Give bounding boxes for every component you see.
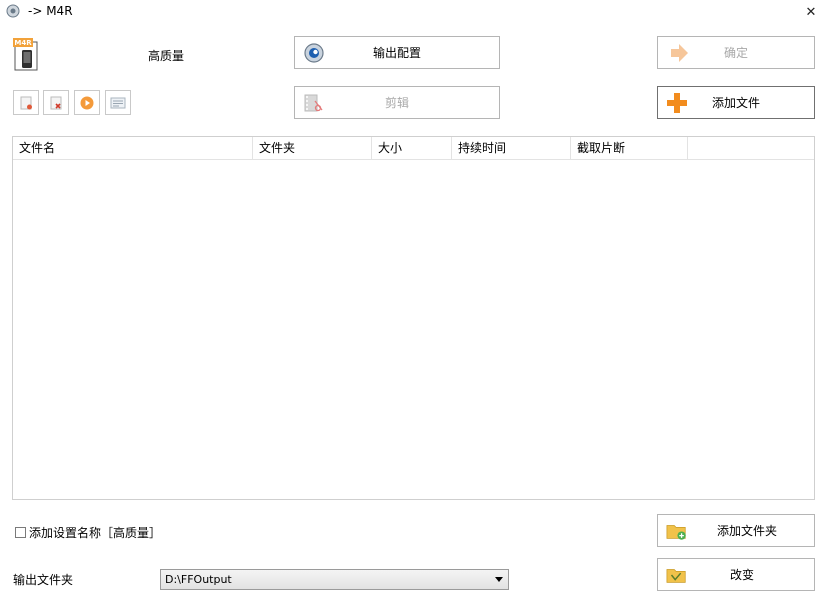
change-folder-button[interactable]: 改变 — [657, 558, 815, 591]
file-list-table[interactable]: 文件名 文件夹 大小 持续时间 截取片断 — [12, 136, 815, 500]
title-bar: -> M4R ✕ — [0, 0, 826, 24]
gear-icon — [304, 42, 324, 63]
checkbox-label: 添加设置名称［高质量］ — [29, 526, 162, 540]
column-header-size[interactable]: 大小 — [372, 137, 452, 160]
quality-label: 高质量 — [148, 49, 185, 63]
remove-file-icon — [50, 96, 62, 109]
add-setting-name-checkbox[interactable]: 添加设置名称［高质量］ — [15, 524, 161, 541]
remove-file-button[interactable] — [43, 90, 69, 115]
film-scissors-icon — [304, 94, 323, 111]
column-header-folder[interactable]: 文件夹 — [253, 137, 372, 160]
info-button[interactable] — [105, 90, 131, 115]
plus-icon — [667, 92, 687, 113]
add-folder-button[interactable]: 添加文件夹 — [657, 514, 815, 547]
output-folder-value: D:\FFOutput — [165, 573, 232, 586]
arrow-right-icon — [671, 43, 688, 62]
app-icon — [6, 4, 20, 18]
window-title: -> M4R — [28, 4, 73, 18]
column-header-clip[interactable]: 截取片断 — [571, 137, 688, 160]
column-header-filename[interactable]: 文件名 — [13, 137, 253, 160]
edit-button[interactable]: 剪辑 — [294, 86, 500, 119]
play-button[interactable] — [74, 90, 100, 115]
checkbox-box[interactable] — [15, 527, 26, 538]
ok-button[interactable]: 确定 — [657, 36, 815, 69]
svg-text:M4R: M4R — [14, 39, 32, 47]
output-folder-select[interactable]: D:\FFOutput — [160, 569, 509, 590]
column-header-duration[interactable]: 持续时间 — [452, 137, 571, 160]
column-header-empty — [688, 137, 814, 160]
dropdown-arrow-icon — [495, 577, 503, 582]
add-file-button[interactable]: 添加文件 — [657, 86, 815, 119]
play-icon — [80, 96, 94, 109]
table-header: 文件名 文件夹 大小 持续时间 截取片断 — [13, 137, 814, 160]
folder-add-icon — [666, 524, 686, 540]
new-file-button[interactable] — [13, 90, 39, 115]
m4r-format-icon: M4R — [13, 38, 38, 71]
folder-change-icon — [666, 568, 686, 583]
output-folder-label: 输出文件夹 — [13, 573, 74, 587]
close-button[interactable]: ✕ — [796, 0, 826, 24]
info-icon — [110, 97, 126, 108]
output-config-button[interactable]: 输出配置 — [294, 36, 500, 69]
new-file-icon — [20, 96, 32, 109]
